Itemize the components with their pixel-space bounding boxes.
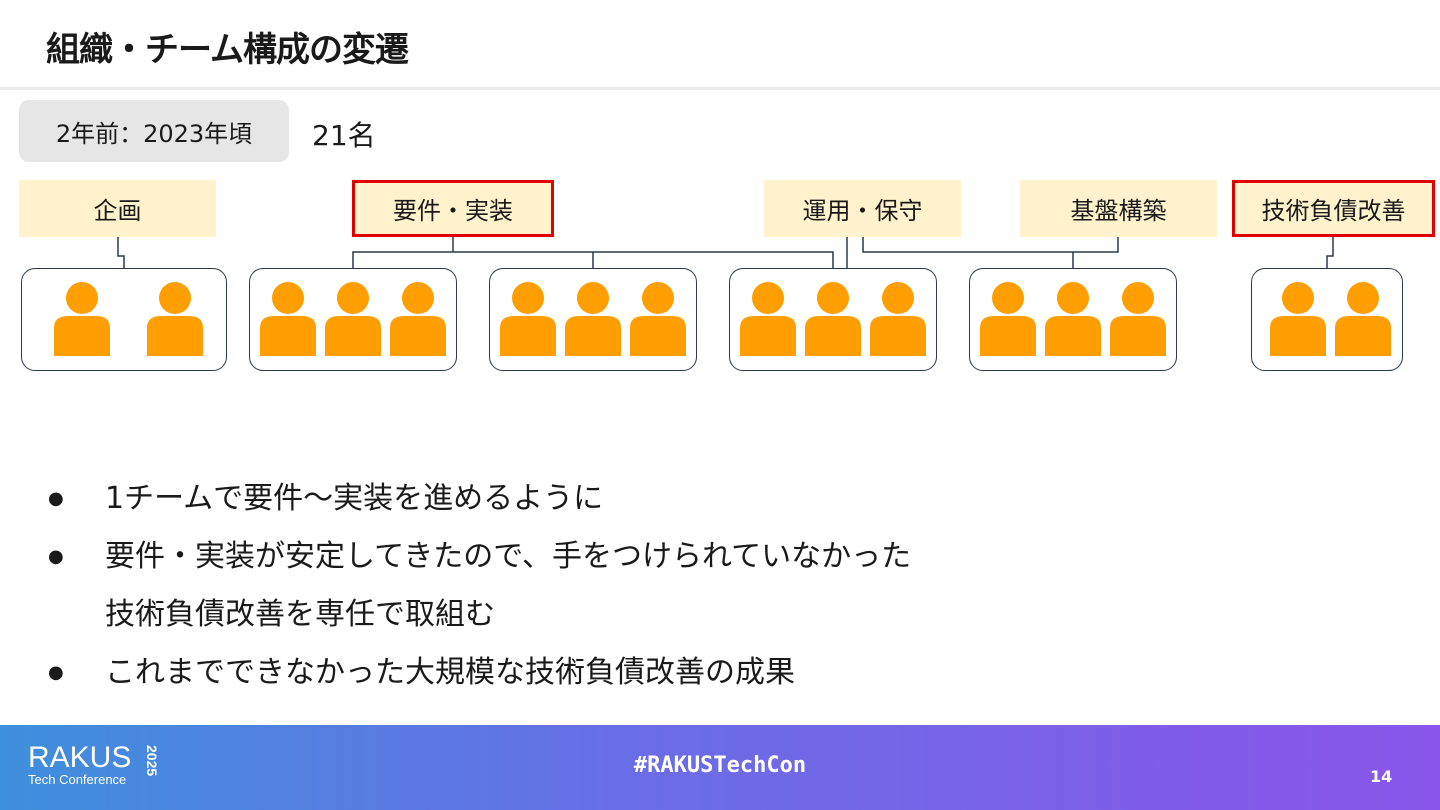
person-icon xyxy=(390,282,446,356)
bullet-marker: ● xyxy=(48,546,64,567)
person-icon xyxy=(630,282,686,356)
bullet-text: 1チームで要件～実装を進めるように xyxy=(105,481,604,516)
person-icon xyxy=(54,282,110,356)
person-icon xyxy=(740,282,796,356)
person-icon xyxy=(325,282,381,356)
bullet-marker: ● xyxy=(48,662,64,683)
page-number: 14 xyxy=(1370,767,1393,786)
list-item: ● 1チームで要件～実装を進めるように xyxy=(48,470,911,528)
person-icon xyxy=(980,282,1036,356)
bullet-text-line: 要件・実装が安定してきたので、手をつけられていなかった xyxy=(105,539,912,574)
person-icon xyxy=(1045,282,1101,356)
list-item: ● 要件・実装が安定してきたので、手をつけられていなかった 技術負債改善を専任で… xyxy=(48,528,911,644)
hashtag: #RAKUSTechCon xyxy=(633,753,807,778)
team-members xyxy=(54,282,1391,356)
bullet-marker: ● xyxy=(48,488,64,509)
person-icon xyxy=(1110,282,1166,356)
person-icon xyxy=(870,282,926,356)
person-icon xyxy=(500,282,556,356)
bullet-list: ● 1チームで要件～実装を進めるように ● 要件・実装が安定してきたので、手をつ… xyxy=(48,470,911,702)
footer-bar: RAKUS Tech Conference 2025 #RAKUSTechCon… xyxy=(0,725,1440,810)
person-icon xyxy=(565,282,621,356)
person-icon xyxy=(260,282,316,356)
bullet-text-line: 技術負債改善を専任で取組む xyxy=(105,597,495,632)
person-icon xyxy=(805,282,861,356)
person-icon xyxy=(1335,282,1391,356)
person-icon xyxy=(1270,282,1326,356)
bullet-text: これまでできなかった大規模な技術負債改善の成果 xyxy=(105,655,795,690)
person-icon xyxy=(147,282,203,356)
bullet-text: 要件・実装が安定してきたので、手をつけられていなかった 技術負債改善を専任で取組… xyxy=(105,528,911,644)
list-item: ● これまでできなかった大規模な技術負債改善の成果 xyxy=(48,644,911,702)
